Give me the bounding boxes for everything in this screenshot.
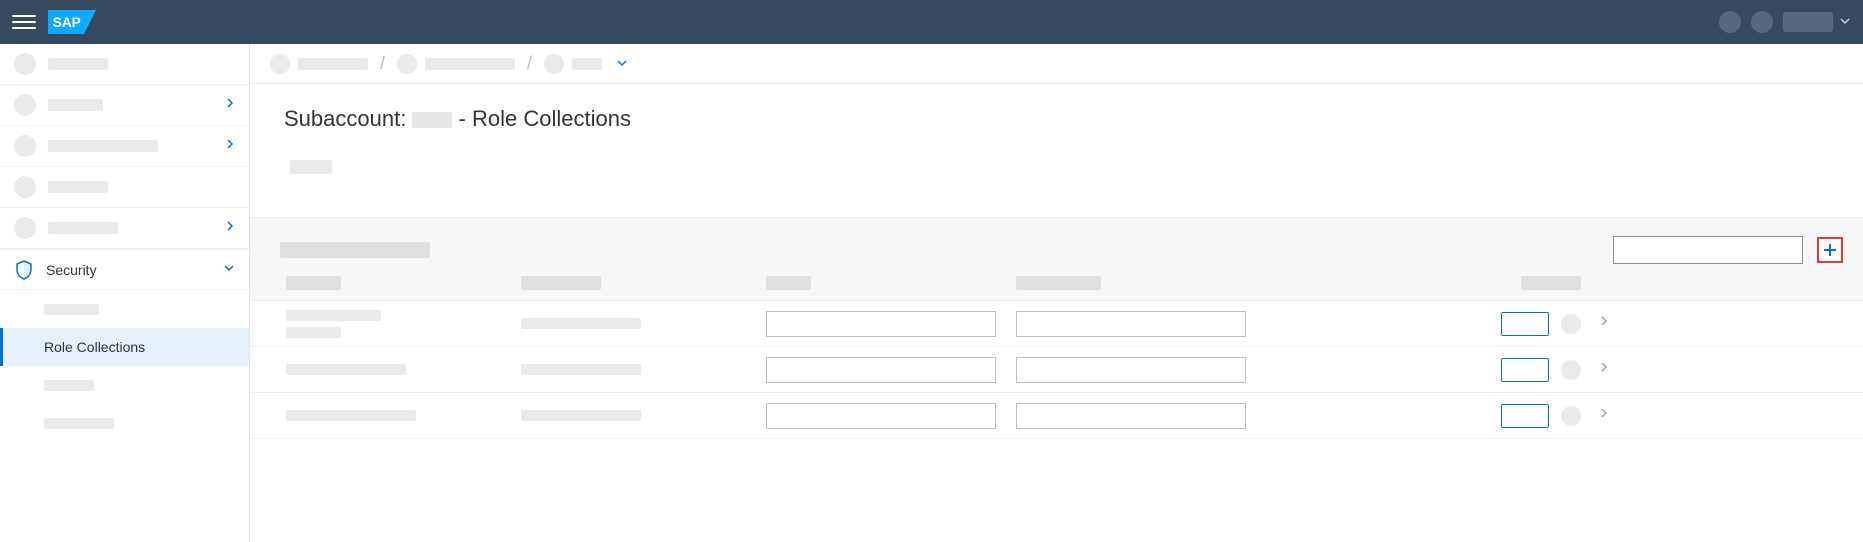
column-header — [521, 276, 601, 290]
page-title-prefix: Subaccount: — [284, 106, 412, 131]
cell-input[interactable] — [1016, 357, 1246, 383]
sub-label — [290, 160, 332, 174]
cell-input[interactable] — [766, 311, 996, 337]
column-header — [1016, 276, 1101, 290]
sidebar-sub-3[interactable] — [0, 366, 249, 404]
table-row[interactable] — [250, 301, 1863, 347]
cell-input[interactable] — [766, 403, 996, 429]
cell-text — [286, 410, 416, 421]
cell-action-box[interactable] — [1501, 404, 1549, 428]
breadcrumb-item[interactable] — [572, 58, 602, 70]
search-input[interactable] — [1613, 236, 1803, 264]
sidebar-item-icon — [14, 94, 36, 116]
add-button[interactable] — [1817, 237, 1843, 263]
cell-action-box[interactable] — [1501, 358, 1549, 382]
sidebar-item-label: Security — [46, 262, 97, 278]
breadcrumb-separator: / — [380, 53, 385, 74]
chevron-right-icon[interactable] — [1599, 314, 1609, 333]
sidebar-item-label — [48, 58, 108, 70]
chevron-down-icon — [223, 261, 235, 279]
table-toolbar — [250, 217, 1863, 301]
sidebar-item-1[interactable] — [0, 44, 249, 85]
cell-text — [521, 410, 641, 421]
sidebar-sub-role-collections[interactable]: Role Collections — [0, 328, 249, 366]
cell-text — [286, 310, 381, 321]
column-header — [1521, 276, 1581, 290]
toolbar-title — [280, 242, 430, 258]
table-header-row — [280, 264, 1843, 300]
cell-input[interactable] — [1016, 403, 1246, 429]
sidebar-item-icon — [14, 135, 36, 157]
sidebar-item-label — [48, 181, 108, 193]
cell-text — [286, 364, 406, 375]
app-header: SAP — [0, 0, 1863, 44]
breadcrumb: / / — [250, 44, 1863, 84]
chevron-down-icon[interactable] — [1839, 14, 1851, 30]
sidebar-item-5[interactable] — [0, 208, 249, 249]
sidebar-item-2[interactable] — [0, 85, 249, 126]
header-avatar-2[interactable] — [1751, 11, 1773, 33]
sidebar-item-icon — [14, 176, 36, 198]
svg-text:SAP: SAP — [53, 15, 81, 30]
chevron-down-icon[interactable] — [616, 56, 628, 72]
chevron-right-icon — [225, 137, 235, 155]
breadcrumb-item[interactable] — [425, 58, 515, 70]
breadcrumb-icon — [397, 54, 417, 74]
shield-icon — [14, 260, 34, 280]
column-header — [766, 276, 811, 290]
cell-status-icon — [1561, 314, 1581, 334]
cell-status-icon — [1561, 406, 1581, 426]
sidebar-item-label — [48, 140, 158, 152]
sidebar-item-icon — [14, 217, 36, 239]
plus-icon — [1822, 242, 1838, 258]
sidebar-sub-label — [44, 304, 99, 315]
menu-toggle-icon[interactable] — [12, 10, 36, 34]
sidebar-item-label — [48, 222, 118, 234]
table-row[interactable] — [250, 393, 1863, 439]
sidebar-item-security[interactable]: Security — [0, 249, 249, 290]
header-account-selector[interactable] — [1783, 12, 1833, 32]
breadcrumb-separator: / — [527, 53, 532, 74]
sidebar-sub-label — [44, 380, 94, 391]
page-title: Subaccount: - Role Collections — [250, 84, 1863, 142]
sidebar-item-icon — [14, 53, 36, 75]
page-title-suffix: - Role Collections — [452, 106, 631, 131]
sidebar-item-4[interactable] — [0, 167, 249, 208]
sidebar: Security Role Collections — [0, 44, 250, 542]
breadcrumb-item[interactable] — [298, 58, 368, 70]
cell-action-box[interactable] — [1501, 312, 1549, 336]
main-content: / / Subaccount: - Role Collections — [250, 44, 1863, 542]
cell-text — [521, 318, 641, 329]
sidebar-sub-4[interactable] — [0, 404, 249, 442]
chevron-right-icon — [225, 219, 235, 237]
cell-status-icon — [1561, 360, 1581, 380]
column-header — [286, 276, 341, 290]
breadcrumb-icon — [270, 54, 290, 74]
sidebar-sub-1[interactable] — [0, 290, 249, 328]
sap-logo[interactable]: SAP — [48, 10, 96, 34]
redacted-account-name — [412, 112, 452, 128]
cell-text — [521, 364, 641, 375]
chevron-right-icon[interactable] — [1599, 360, 1609, 379]
cell-input[interactable] — [1016, 311, 1246, 337]
header-avatar-1[interactable] — [1719, 11, 1741, 33]
breadcrumb-icon — [544, 54, 564, 74]
table-row[interactable] — [250, 347, 1863, 393]
role-collections-table — [250, 301, 1863, 439]
chevron-right-icon[interactable] — [1599, 406, 1609, 425]
cell-text — [286, 327, 341, 338]
cell-input[interactable] — [766, 357, 996, 383]
sidebar-item-label — [48, 99, 103, 111]
sidebar-item-3[interactable] — [0, 126, 249, 167]
chevron-right-icon — [225, 96, 235, 114]
sidebar-sub-label: Role Collections — [44, 339, 145, 355]
sidebar-sub-label — [44, 418, 114, 429]
